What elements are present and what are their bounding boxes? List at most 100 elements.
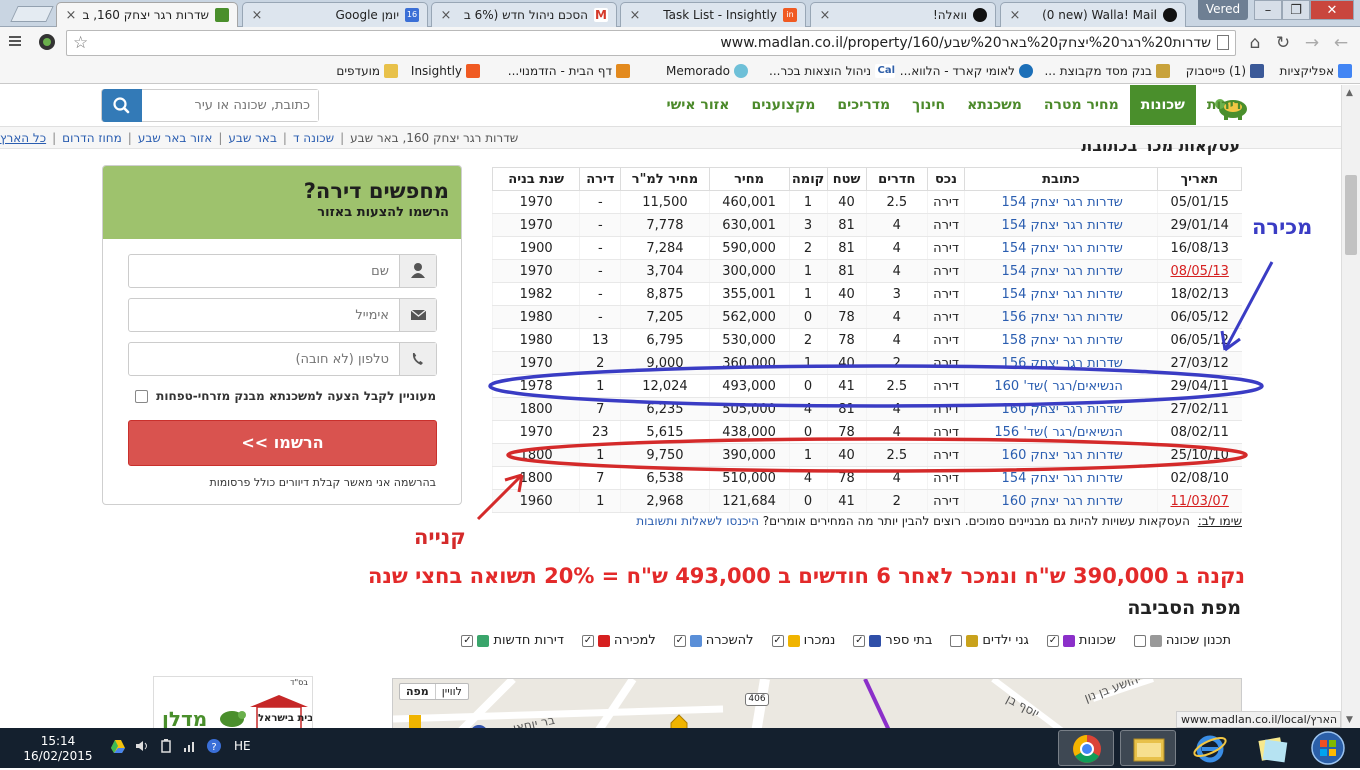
bookmark-bank-massad[interactable]: בנק מסד מקבוצת ... bbox=[1044, 63, 1170, 79]
tab-close-icon[interactable]: × bbox=[251, 8, 263, 23]
map-layer-checkbox[interactable]: ✓ bbox=[461, 634, 474, 647]
neighborhood-map[interactable]: מפה לוויין 406 בר יוחאי יוסף בן יהושע בן… bbox=[392, 678, 1242, 728]
map-layer-checkbox[interactable]: ✓ bbox=[771, 634, 784, 647]
column-header-apartment[interactable]: דירה bbox=[579, 167, 622, 191]
minimize-button[interactable]: – bbox=[1254, 0, 1282, 20]
map-layer-option[interactable]: ✓ נמכרו bbox=[771, 633, 835, 648]
map-layer-checkbox[interactable] bbox=[1133, 634, 1146, 647]
column-header-address[interactable]: כתובת bbox=[963, 167, 1158, 191]
input-language[interactable]: HE bbox=[234, 739, 251, 753]
map-layer-option[interactable]: תכנון שכונה bbox=[1133, 633, 1231, 648]
bookmark-star-icon[interactable]: ☆ bbox=[73, 33, 88, 53]
profile-badge[interactable]: Vered bbox=[1198, 0, 1248, 20]
cell-address[interactable]: שדרות רגר יצחק 154 bbox=[963, 466, 1158, 490]
register-button[interactable]: הרשמו >> bbox=[128, 420, 437, 466]
breadcrumb-item[interactable]: אזור באר שבע bbox=[138, 131, 213, 145]
column-header-type[interactable]: נכס bbox=[927, 167, 965, 191]
reload-icon[interactable]: ↻ bbox=[1272, 32, 1294, 54]
help-icon[interactable]: ? bbox=[206, 738, 222, 754]
address-bar[interactable]: ☆ www.madlan.co.il/property/160/שדרות%20… bbox=[66, 30, 1236, 56]
column-header-price-per-sqm[interactable]: מחיר למ"ר bbox=[620, 167, 710, 191]
column-header-rooms[interactable]: חדרים bbox=[865, 167, 929, 191]
bookmark-insightly[interactable]: Insightly bbox=[411, 63, 480, 79]
taskbar-chrome[interactable] bbox=[1058, 730, 1114, 766]
cell-address[interactable]: שדרות רגר יצחק 156 bbox=[963, 351, 1158, 375]
tab-insightly[interactable]: × Task List - Insightly in bbox=[620, 2, 806, 27]
cell-address[interactable]: שדרות רגר יצחק 160 bbox=[963, 443, 1158, 467]
email-input[interactable] bbox=[129, 299, 399, 331]
forward-icon[interactable]: → bbox=[1301, 32, 1323, 54]
cell-address[interactable]: שדרות רגר יצחק 154 bbox=[963, 282, 1158, 306]
nav-neighborhoods[interactable]: שכונות bbox=[1129, 85, 1196, 125]
scroll-down-icon[interactable]: ▼ bbox=[1346, 715, 1353, 725]
cell-address[interactable]: שדרות רגר יצחק 154 bbox=[963, 213, 1158, 237]
cell-address[interactable]: שדרות רגר יצחק 154 bbox=[963, 259, 1158, 283]
column-header-build-year[interactable]: שנת בניה bbox=[491, 167, 581, 191]
scroll-up-icon[interactable]: ▲ bbox=[1346, 88, 1353, 98]
page-scrollbar[interactable]: ▲ ▼ bbox=[1341, 85, 1360, 728]
maximize-button[interactable]: ❐ bbox=[1282, 0, 1310, 20]
home-icon[interactable]: ⌂ bbox=[1244, 32, 1266, 54]
bookmark-facebook[interactable]: (1) פייסבוק bbox=[1186, 63, 1264, 79]
taskbar-explorer[interactable] bbox=[1120, 730, 1176, 766]
breadcrumb-item[interactable]: כל הארץ bbox=[0, 131, 46, 145]
faq-link[interactable]: היכנסו לשאלות ותשובות bbox=[636, 514, 759, 528]
map-layer-option[interactable]: ✓ דירות חדשות bbox=[461, 633, 564, 648]
map-tab-map[interactable]: מפה bbox=[400, 684, 436, 699]
tab-walla[interactable]: וואלה! × bbox=[810, 2, 996, 27]
mortgage-offer-option[interactable]: מעוניין לקבל הצעה למשכנתא מבנק מזרחי-טפח… bbox=[135, 389, 436, 403]
map-layer-option[interactable]: ✓ להשכרה bbox=[673, 633, 754, 648]
taskbar-sticky-notes[interactable] bbox=[1244, 730, 1300, 766]
breadcrumb-item[interactable]: מחוז הדרום bbox=[62, 131, 122, 145]
name-input[interactable] bbox=[129, 255, 399, 287]
map-layer-checkbox[interactable]: ✓ bbox=[581, 634, 594, 647]
map-tab-satellite[interactable]: לוויין bbox=[436, 684, 468, 699]
tab-close-icon[interactable]: × bbox=[65, 8, 77, 23]
cell-address[interactable]: שדרות רגר יצחק 154 bbox=[963, 236, 1158, 260]
nav-apartments[interactable]: דירות bbox=[1196, 85, 1253, 125]
map-layer-option[interactable]: ✓ שכונות bbox=[1046, 633, 1116, 648]
bookmark-favorites[interactable]: מועדפים bbox=[336, 63, 398, 79]
tab-close-icon[interactable]: × bbox=[1009, 8, 1021, 23]
nav-guides[interactable]: מדריכים bbox=[826, 85, 901, 125]
taskbar-internet-explorer[interactable] bbox=[1182, 730, 1238, 766]
bookmark-cal[interactable]: Cal ניהול הוצאות בכר... bbox=[769, 63, 895, 79]
windows-start-icon[interactable] bbox=[1306, 729, 1350, 767]
scroll-thumb[interactable] bbox=[1345, 175, 1357, 255]
tab-walla-mail[interactable]: × (0 new) Walla! Mail bbox=[1000, 2, 1186, 27]
nav-mortgage[interactable]: משכנתא bbox=[956, 85, 1033, 125]
tab-close-icon[interactable]: × bbox=[440, 8, 452, 23]
tab-close-icon[interactable]: × bbox=[629, 8, 641, 23]
map-layer-checkbox[interactable] bbox=[950, 634, 963, 647]
map-layer-checkbox[interactable]: ✓ bbox=[853, 634, 866, 647]
system-clock[interactable]: 15:14 16/02/2015 bbox=[18, 734, 98, 764]
power-icon[interactable] bbox=[158, 738, 174, 754]
nav-education[interactable]: חינוך bbox=[901, 85, 956, 125]
breadcrumb-item[interactable]: שכונה ד bbox=[293, 131, 334, 145]
cell-address[interactable]: שדרות רגר יצחק 160 bbox=[963, 489, 1158, 513]
back-icon[interactable]: ← bbox=[1330, 32, 1352, 54]
cell-address[interactable]: שדרות רגר יצחק 156 bbox=[963, 305, 1158, 329]
column-header-area[interactable]: שטח bbox=[826, 167, 867, 191]
advertisement-banner[interactable]: בס"ד מדלן בית בישראל bbox=[153, 676, 313, 728]
volume-icon[interactable] bbox=[134, 738, 150, 754]
search-button[interactable] bbox=[102, 89, 142, 122]
cell-address[interactable]: שדרות רגר יצחק 154 bbox=[963, 190, 1158, 214]
cell-address[interactable]: שדרות רגר יצחק 158 bbox=[963, 328, 1158, 352]
page-info-icon[interactable] bbox=[1217, 35, 1229, 50]
nav-professionals[interactable]: מקצוענים bbox=[740, 85, 826, 125]
tab-gmail[interactable]: M הסכם ניהול חדש (6% ב × bbox=[431, 2, 617, 27]
map-layer-checkbox[interactable]: ✓ bbox=[1046, 634, 1059, 647]
network-icon[interactable] bbox=[182, 738, 198, 754]
nav-personal-area[interactable]: אזור אישי bbox=[656, 85, 741, 125]
column-header-floor[interactable]: קומה bbox=[788, 167, 828, 191]
breadcrumb-item[interactable]: באר שבע bbox=[228, 131, 277, 145]
map-layer-checkbox[interactable]: ✓ bbox=[673, 634, 686, 647]
cell-address[interactable]: הנשיאים/רגר )שד' 156 bbox=[963, 420, 1158, 444]
map-layer-option[interactable]: ✓ למכירה bbox=[581, 633, 656, 648]
cell-address[interactable]: הנשיאים/רגר )שד' 160 bbox=[963, 374, 1158, 398]
column-header-date[interactable]: תאריך bbox=[1156, 167, 1243, 191]
nav-target-price[interactable]: מחיר מטרה bbox=[1033, 85, 1130, 125]
menu-icon[interactable] bbox=[4, 32, 26, 54]
extension-icon[interactable] bbox=[36, 32, 58, 54]
